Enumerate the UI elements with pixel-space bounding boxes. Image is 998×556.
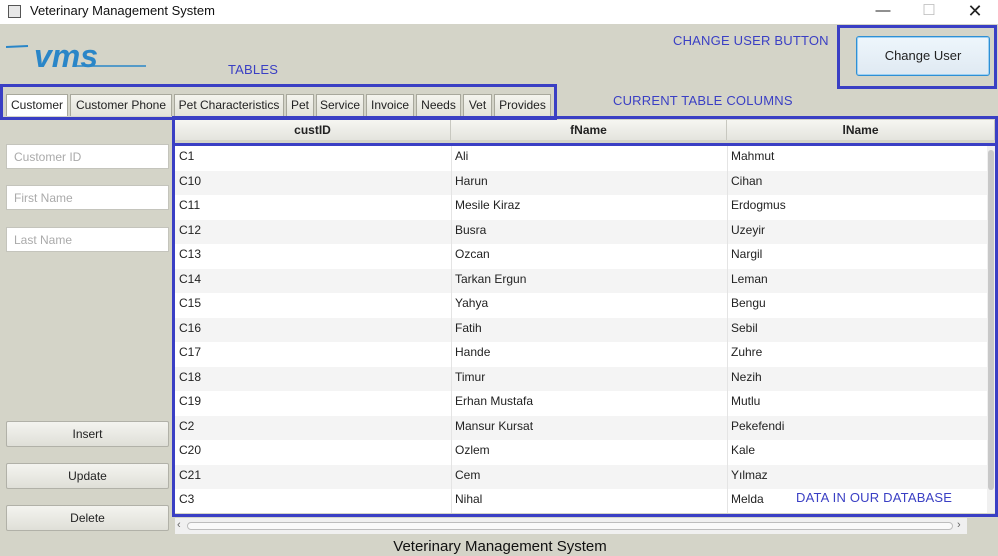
- annotation-tables: TABLES: [228, 62, 279, 77]
- horizontal-scrollbar[interactable]: ‹ ›: [175, 518, 967, 534]
- horizontal-scroll-thumb[interactable]: [187, 522, 953, 530]
- window-titlebar: Veterinary Management System — ☐ ✕: [0, 0, 998, 24]
- tab-vet[interactable]: Vet: [463, 94, 492, 116]
- window-title: Veterinary Management System: [30, 3, 215, 18]
- update-button[interactable]: Update: [6, 463, 169, 489]
- delete-button[interactable]: Delete: [6, 505, 169, 531]
- vertical-scrollbar[interactable]: [987, 146, 995, 513]
- last-name-field[interactable]: [6, 227, 169, 252]
- footer-title: Veterinary Management System: [0, 538, 998, 556]
- insert-button[interactable]: Insert: [6, 421, 169, 447]
- data-highlight: [172, 143, 998, 517]
- columns-highlight: [172, 116, 998, 146]
- app-icon: [8, 5, 21, 18]
- change-user-button[interactable]: Change User: [856, 36, 990, 76]
- scroll-left-icon[interactable]: ‹: [177, 519, 181, 531]
- maximize-button[interactable]: ☐: [906, 0, 952, 24]
- tab-pet-characteristics[interactable]: Pet Characteristics: [174, 94, 284, 116]
- logo-text: vms: [34, 38, 98, 72]
- customer-id-field[interactable]: [6, 144, 169, 169]
- footer-text: Veterinary Management System: [393, 538, 607, 555]
- tab-invoice[interactable]: Invoice: [366, 94, 414, 116]
- tab-customer[interactable]: Customer: [6, 94, 68, 116]
- close-button[interactable]: ✕: [952, 0, 998, 24]
- scroll-right-icon[interactable]: ›: [957, 519, 961, 531]
- annotation-data: DATA IN OUR DATABASE: [796, 490, 953, 505]
- annotation-change-user: CHANGE USER BUTTON: [673, 33, 829, 48]
- tab-needs[interactable]: Needs: [416, 94, 461, 116]
- tab-pet[interactable]: Pet: [286, 94, 314, 116]
- minimize-button[interactable]: —: [860, 0, 906, 24]
- vertical-scroll-thumb[interactable]: [988, 150, 994, 490]
- tab-service[interactable]: Service: [316, 94, 364, 116]
- tab-provides[interactable]: Provides: [494, 94, 551, 116]
- annotation-columns: CURRENT TABLE COLUMNS: [613, 93, 793, 108]
- vms-logo: vms: [6, 38, 146, 72]
- tab-customer-phone[interactable]: Customer Phone: [70, 94, 172, 116]
- first-name-field[interactable]: [6, 185, 169, 210]
